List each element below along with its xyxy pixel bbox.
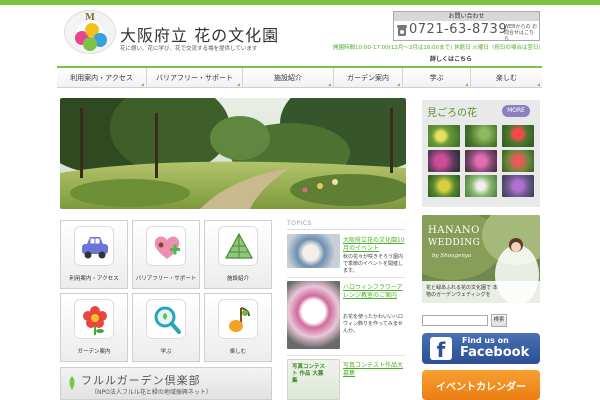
nav-item-facilities[interactable]: 施設紹介 — [243, 68, 334, 88]
tile-enjoy[interactable]: 楽しむ — [204, 293, 272, 362]
club-name: フルルガーデン倶楽部 — [81, 374, 201, 387]
event-calendar-button[interactable]: イベントカレンダー — [422, 370, 540, 400]
flower-thumb[interactable] — [428, 175, 460, 197]
search-button[interactable]: 検索 — [491, 314, 507, 327]
logo-mark: M — [85, 13, 95, 23]
flower-thumb[interactable] — [465, 175, 497, 197]
flower-thumb[interactable] — [502, 150, 534, 172]
hours-detail-link[interactable]: 詳しくはこちら — [430, 54, 472, 63]
tile-learn[interactable]: 学ぶ — [132, 293, 200, 362]
topic-excerpt: 秋の花々が咲きそろう園内で季節のイベントを開催します。 — [343, 254, 404, 274]
site-tagline: 花に憩い、花に学び、花で交流する場を提供しています — [120, 46, 258, 52]
site-title[interactable]: 大阪府立 花の文化園 — [120, 22, 279, 46]
wedding-line1: HANANO — [428, 225, 480, 236]
club-subtitle: （NPO法人フルル花と緑の地域振興ネット） — [91, 389, 212, 396]
flower-thumbnail-grid — [428, 125, 534, 197]
contest-badge: 写真コンテスト 作品 大募集 — [292, 364, 326, 384]
facebook-f-icon: f — [430, 337, 452, 360]
top-accent-bar — [0, 0, 600, 5]
car-icon — [82, 237, 108, 259]
tile-label: 学ぶ — [160, 349, 172, 355]
tile-label: ガーデン案内 — [77, 349, 111, 355]
contact-label: お問い合わせ — [394, 12, 539, 21]
facebook-find-us: Find us on — [462, 336, 509, 345]
wedding-line2: WEDDING — [428, 238, 481, 248]
search-input[interactable] — [422, 315, 488, 326]
flower-thumb[interactable] — [502, 125, 534, 147]
flower-thumb[interactable] — [502, 175, 534, 197]
topics-heading: TOPICS — [287, 220, 312, 227]
more-button[interactable]: MORE — [502, 105, 530, 117]
divider — [287, 229, 405, 230]
in-bloom-title: 見ごろの花 — [427, 108, 477, 119]
web-contact-link[interactable]: WEBからの お問合せはこちら — [504, 24, 538, 42]
topic-item[interactable]: ハロウィンフラワーアレンジ教室のご案内 お花を使ったかわいいハロウィン飾りを作っ… — [287, 281, 405, 349]
contact-box[interactable]: お問い合わせ 0721-63-8739 WEBからの お問合せはこちら — [393, 11, 540, 42]
quick-link-tiles: 利用案内・アクセス バリアフリー・サポート 施設紹介 ガーデン案内 学ぶ 楽しむ — [60, 220, 272, 362]
tile-label: バリアフリー・サポート — [135, 276, 197, 282]
nav-item-barrier-free[interactable]: バリアフリー・サポート — [147, 68, 243, 88]
flower-thumb[interactable] — [428, 125, 460, 147]
topic-title[interactable]: 大阪府立花の文化園10月のイベント — [343, 237, 405, 253]
heart-plus-icon — [154, 236, 180, 259]
topic-item[interactable]: 写真コンテスト 作品 大募集 写真コンテスト作品大募集 — [287, 359, 405, 400]
tile-garden[interactable]: ガーデン案内 — [60, 293, 128, 362]
topic-thumbnail[interactable] — [287, 234, 340, 268]
topic-title[interactable]: ハロウィンフラワーアレンジ教室のご案内 — [343, 284, 405, 300]
divider — [287, 277, 405, 278]
main-nav: 利用案内・アクセス バリアフリー・サポート 施設紹介 ガーデン案内 学ぶ 楽しむ — [57, 66, 542, 88]
tile-label: 利用案内・アクセス — [69, 276, 119, 282]
nav-item-enjoy[interactable]: 楽しむ — [471, 68, 542, 88]
music-note-icon — [229, 307, 250, 332]
hero-garden-photo[interactable] — [60, 98, 406, 209]
fururu-garden-club-banner[interactable]: フルルガーデン倶楽部 （NPO法人フルル花と緑の地域振興ネット） — [60, 367, 272, 400]
topic-item[interactable]: 大阪府立花の文化園10月のイベント 秋の花々が咲きそろう園内で季節のイベントを開… — [287, 234, 405, 274]
facebook-banner[interactable]: f Find us on Facebook — [422, 333, 540, 364]
event-calendar-label: イベントカレンダー — [436, 382, 526, 393]
site-logo[interactable]: M — [64, 10, 116, 54]
nav-item-access[interactable]: 利用案内・アクセス — [57, 68, 147, 88]
tile-facilities[interactable]: 施設紹介 — [204, 220, 272, 289]
nav-item-garden[interactable]: ガーデン案内 — [334, 68, 403, 88]
flower-icon — [83, 306, 107, 335]
wedding-by: by Shougenya — [432, 253, 472, 259]
wedding-caption: 花と緑あふれる花の文化園で 本物のガーデンウェディングを — [426, 285, 498, 298]
divider — [287, 355, 405, 356]
topic-title[interactable]: 写真コンテスト作品大募集 — [343, 362, 405, 378]
flower-thumb[interactable] — [428, 150, 460, 172]
tile-label: 施設紹介 — [226, 276, 249, 282]
tile-label: 楽しむ — [229, 349, 247, 355]
phone-number[interactable]: 0721-63-8739 — [409, 22, 507, 37]
facebook-name: Facebook — [460, 345, 530, 360]
flower-thumb[interactable] — [465, 150, 497, 172]
nav-item-learn[interactable]: 学ぶ — [403, 68, 471, 88]
leaf-icon — [69, 376, 75, 390]
phone-icon — [397, 25, 407, 36]
tile-barrier-free[interactable]: バリアフリー・サポート — [132, 220, 200, 289]
greenhouse-icon — [224, 232, 254, 259]
flower-thumb[interactable] — [465, 125, 497, 147]
hanano-wedding-banner[interactable]: HANANO WEDDING by Shougenya 花と緑あふれる花の文化園… — [422, 215, 540, 303]
in-bloom-panel: 見ごろの花 MORE — [422, 100, 540, 207]
topic-thumbnail[interactable] — [287, 281, 340, 349]
magnifier-icon — [154, 306, 181, 334]
opening-hours: 開園時間10:00-17:00(12月〜2月は16:00まで) 休館日 火曜日（… — [333, 45, 543, 51]
tile-access[interactable]: 利用案内・アクセス — [60, 220, 128, 289]
topic-thumbnail[interactable]: 写真コンテスト 作品 大募集 — [287, 359, 340, 400]
topic-excerpt: お花を使ったかわいいハロウィン飾りを作ってみませんか。 — [343, 314, 404, 334]
